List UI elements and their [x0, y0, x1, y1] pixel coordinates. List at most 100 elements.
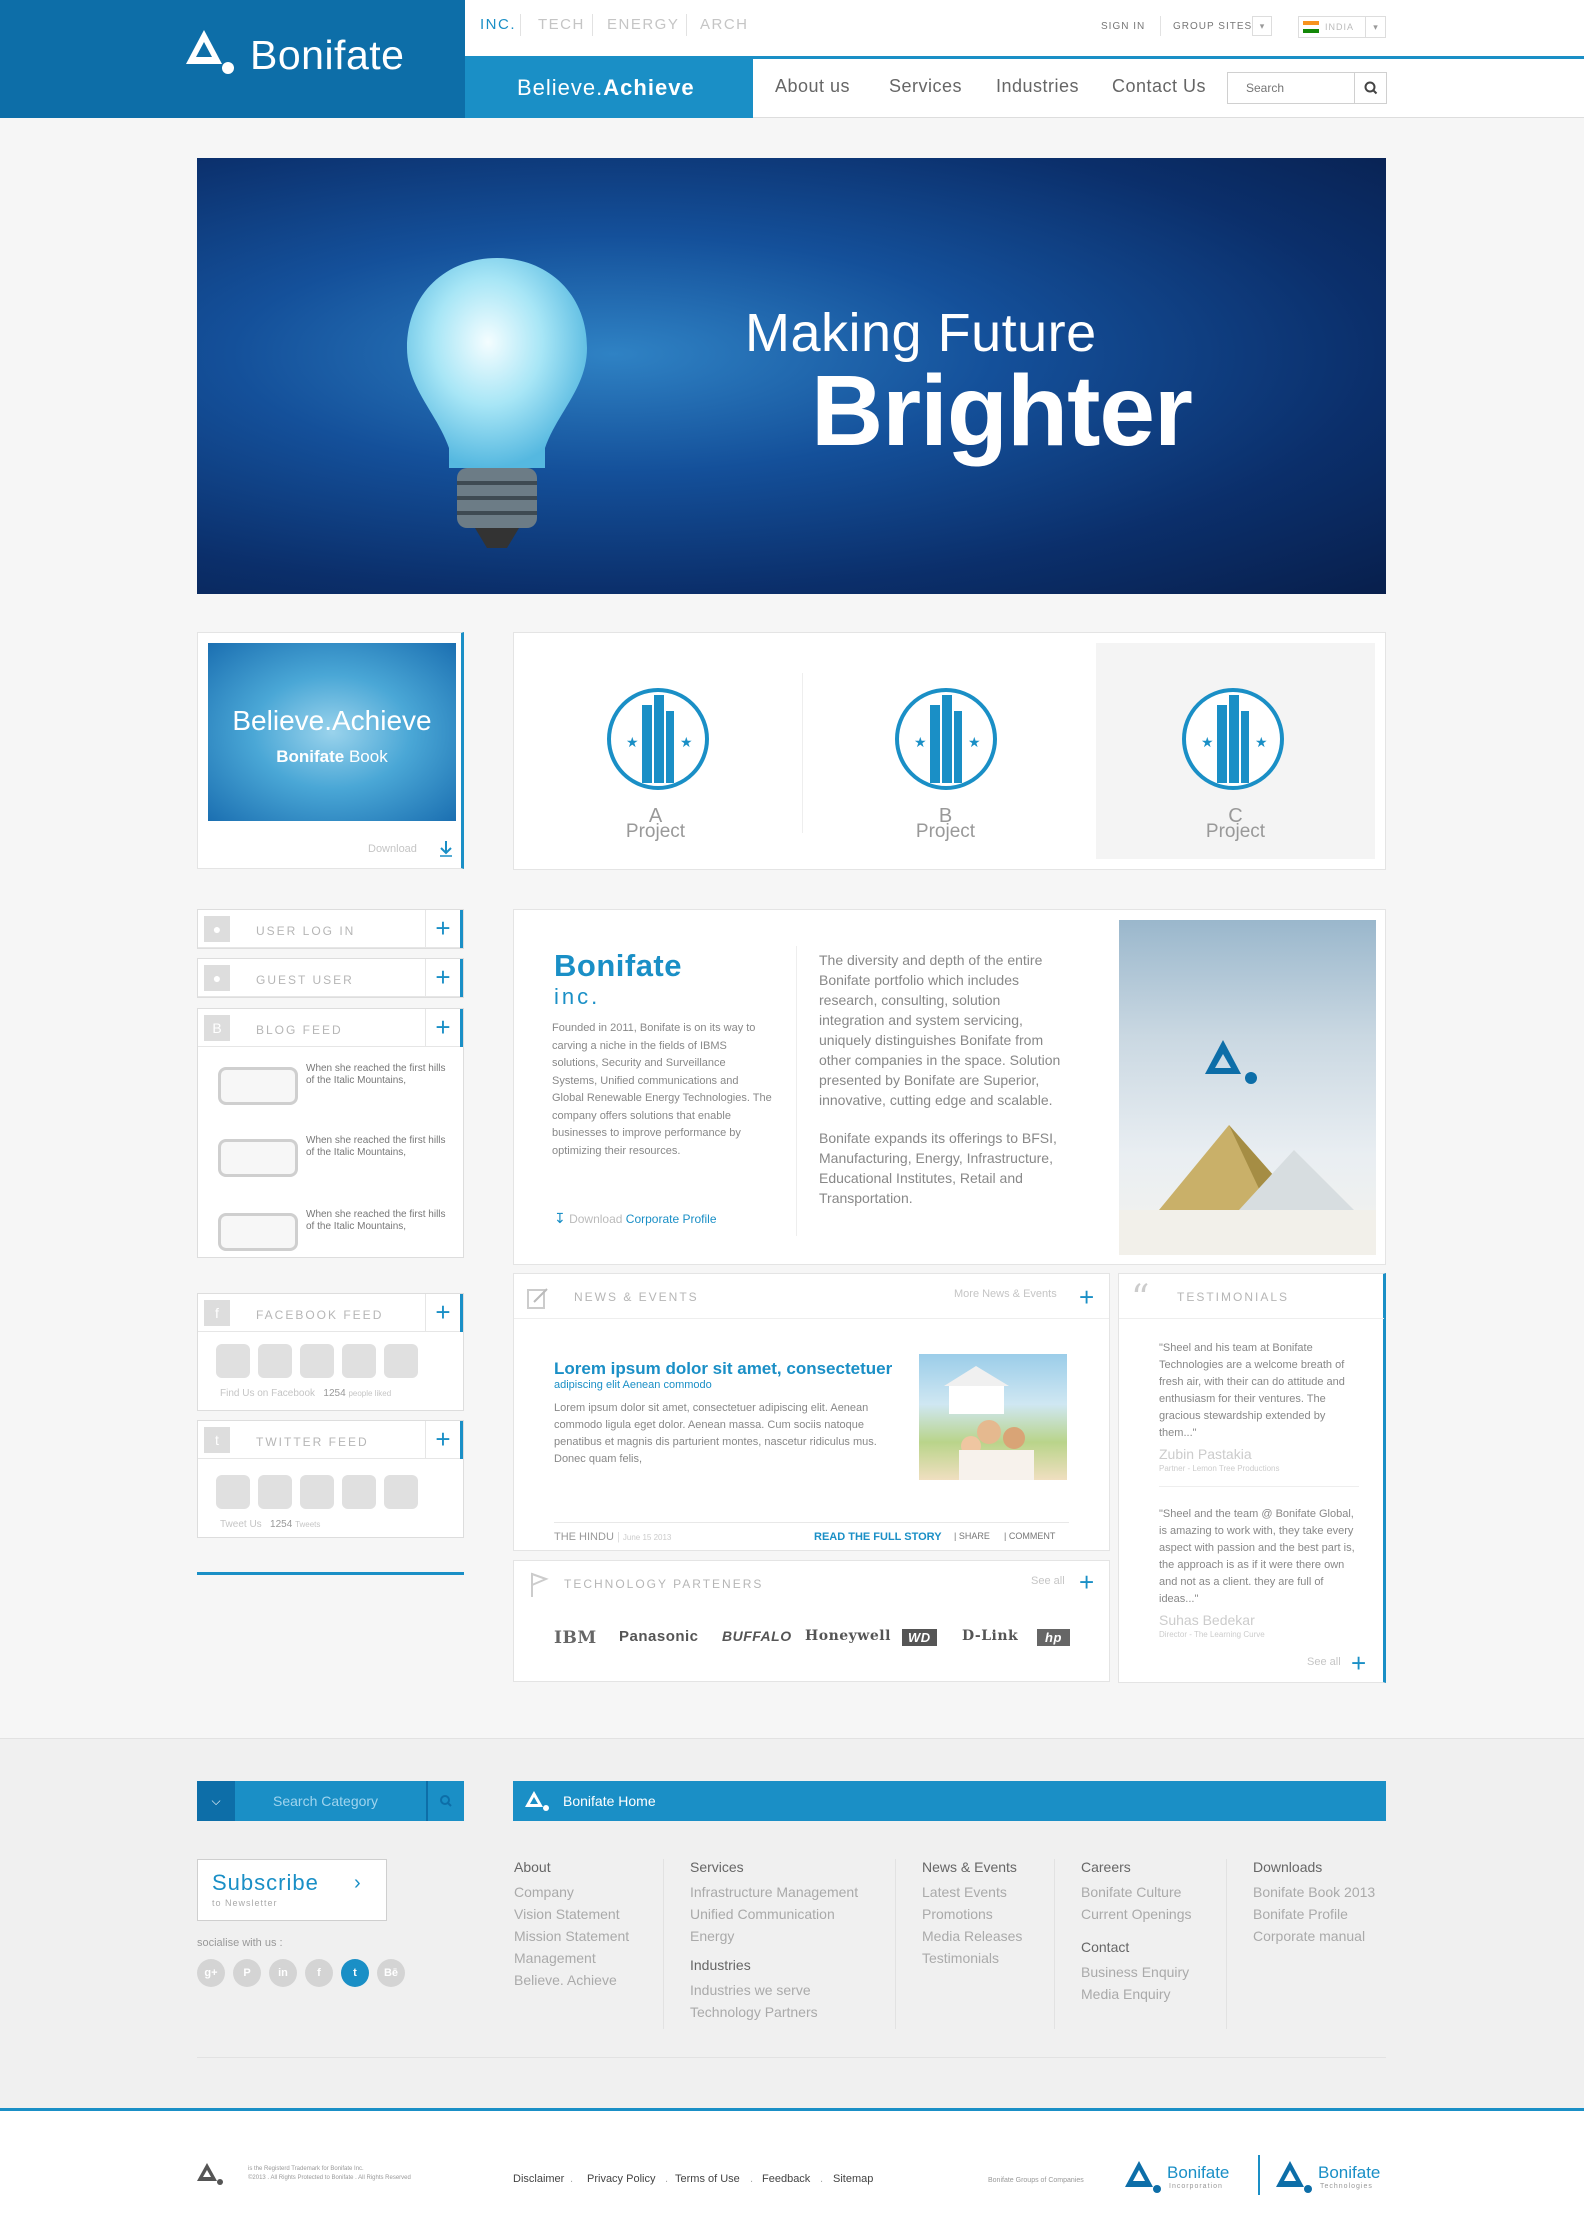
- facebook-footer[interactable]: Find Us on Facebook 1254 people liked: [220, 1388, 391, 1399]
- footer-link[interactable]: Business Enquiry: [1081, 1961, 1192, 1983]
- footer-link[interactable]: Media Releases: [922, 1925, 1022, 1947]
- plus-icon[interactable]: +: [1351, 1650, 1366, 1676]
- feedback-link[interactable]: Feedback: [762, 2173, 810, 2185]
- linkedin-icon[interactable]: in: [269, 1959, 297, 1987]
- more-news-link[interactable]: More News & Events: [954, 1288, 1057, 1300]
- footer-link[interactable]: Energy: [690, 1925, 858, 1947]
- facebook-icon[interactable]: f: [305, 1959, 333, 1987]
- chevron-down-icon[interactable]: ⌵: [197, 1781, 235, 1821]
- blog-item[interactable]: When she reached the first hills of the …: [218, 1133, 458, 1183]
- footer-heading[interactable]: About: [514, 1859, 629, 1875]
- logo-block[interactable]: Bonifate: [0, 0, 465, 118]
- footer-column-careers: Careers Bonifate Culture Current Opening…: [1081, 1859, 1192, 2005]
- footer-link[interactable]: Infrastructure Management: [690, 1881, 858, 1903]
- expand-plus-icon[interactable]: +: [425, 1421, 463, 1459]
- footer-link[interactable]: Bonifate Culture: [1081, 1881, 1192, 1903]
- subscribe-box[interactable]: Subscribe to Newsletter ›: [197, 1859, 387, 1921]
- footer-heading[interactable]: Industries: [690, 1957, 858, 1973]
- divider: [514, 1318, 1109, 1319]
- footer-link[interactable]: Vision Statement: [514, 1903, 629, 1925]
- footer-link[interactable]: Media Enquiry: [1081, 1983, 1192, 2005]
- guest-user-widget[interactable]: ● GUEST USER +: [197, 958, 464, 998]
- partner-logo-wd[interactable]: WD: [902, 1629, 937, 1646]
- sitemap-link[interactable]: Sitemap: [833, 2173, 873, 2185]
- footer-link[interactable]: Technology Partners: [690, 2001, 858, 2023]
- project-b[interactable]: ★ ★ B Project: [804, 633, 1087, 869]
- plus-icon[interactable]: +: [1079, 1569, 1094, 1595]
- google-plus-icon[interactable]: g+: [197, 1959, 225, 1987]
- project-a[interactable]: ★ ★ A Project: [514, 633, 797, 869]
- twitter-footer[interactable]: Tweet Us 1254 Tweets: [220, 1519, 320, 1530]
- blog-item[interactable]: When she reached the first hills of the …: [218, 1061, 458, 1111]
- topnav-inc[interactable]: INC.: [480, 16, 516, 33]
- footer-heading[interactable]: Careers: [1081, 1859, 1192, 1875]
- expand-plus-icon[interactable]: +: [425, 910, 463, 948]
- behance-icon[interactable]: Bē: [377, 1959, 405, 1987]
- news-headline[interactable]: Lorem ipsum dolor sit amet, consectetuer: [554, 1359, 899, 1379]
- partner-logo-buffalo[interactable]: BUFFALO: [722, 1628, 792, 1644]
- group-sites-link[interactable]: GROUP SITES: [1173, 21, 1252, 32]
- search-button[interactable]: [1354, 73, 1386, 103]
- footer-heading[interactable]: Contact: [1081, 1939, 1192, 1955]
- sign-in-link[interactable]: SIGN IN: [1101, 21, 1145, 32]
- download-icon[interactable]: [438, 839, 454, 857]
- plus-icon[interactable]: +: [1079, 1284, 1094, 1310]
- comment-link[interactable]: | COMMENT: [1004, 1531, 1055, 1541]
- share-link[interactable]: | SHARE: [954, 1531, 990, 1541]
- nav-industries[interactable]: Industries: [996, 76, 1079, 97]
- footer-heading[interactable]: Services: [690, 1859, 858, 1875]
- footer-link[interactable]: Management: [514, 1947, 629, 1969]
- footer-link[interactable]: Unified Communication: [690, 1903, 858, 1925]
- nav-about[interactable]: About us: [775, 76, 850, 97]
- topnav-tech[interactable]: TECH: [538, 16, 585, 33]
- book-card[interactable]: Believe.Achieve Bonifate Book Download: [197, 632, 464, 869]
- corporate-profile-download[interactable]: ↧ Download Corporate Profile: [554, 1210, 717, 1227]
- partner-logo-panasonic[interactable]: Panasonic: [619, 1628, 699, 1645]
- partner-logo-dlink[interactable]: D-Link: [962, 1628, 1018, 1644]
- bonifate-logo-icon: [1125, 2161, 1161, 2193]
- terms-link[interactable]: Terms of Use: [675, 2173, 740, 2185]
- nav-services[interactable]: Services: [889, 76, 962, 97]
- twitter-icon[interactable]: t: [341, 1959, 369, 1987]
- footer-link[interactable]: Current Openings: [1081, 1903, 1192, 1925]
- project-c[interactable]: ★ ★ C Project: [1096, 643, 1375, 859]
- search-category-button[interactable]: [426, 1781, 464, 1821]
- partner-logo-hp[interactable]: hp: [1037, 1629, 1070, 1646]
- blog-item[interactable]: When she reached the first hills of the …: [218, 1207, 458, 1257]
- testimonials-see-all[interactable]: See all: [1307, 1656, 1341, 1668]
- nav-contact[interactable]: Contact Us: [1112, 76, 1206, 97]
- expand-plus-icon[interactable]: +: [425, 959, 463, 997]
- bonifate-tech-logo[interactable]: Bonifate Technologies: [1276, 2157, 1386, 2197]
- footer-link[interactable]: Mission Statement: [514, 1925, 629, 1947]
- footer-link[interactable]: Corporate manual: [1253, 1925, 1375, 1947]
- footer-link[interactable]: Industries we serve: [690, 1979, 858, 2001]
- book-download-label[interactable]: Download: [368, 843, 417, 855]
- search-category-input[interactable]: Search Category: [273, 1793, 378, 1809]
- footer-link[interactable]: Bonifate Profile: [1253, 1903, 1375, 1925]
- partners-see-all[interactable]: See all: [1031, 1575, 1065, 1587]
- read-full-story-link[interactable]: READ THE FULL STORY: [814, 1531, 942, 1543]
- partner-logo-ibm[interactable]: IBM: [554, 1628, 597, 1648]
- expand-plus-icon[interactable]: +: [425, 1294, 463, 1332]
- footer-link[interactable]: Company: [514, 1881, 629, 1903]
- footer-link[interactable]: Latest Events: [922, 1881, 1022, 1903]
- partner-logo-honeywell[interactable]: Honeywell: [805, 1628, 891, 1644]
- footer-link[interactable]: Believe. Achieve: [514, 1969, 629, 1991]
- footer-link[interactable]: Promotions: [922, 1903, 1022, 1925]
- region-select[interactable]: INDIA ▾: [1298, 16, 1386, 38]
- search-input[interactable]: [1228, 73, 1354, 103]
- footer-link[interactable]: Bonifate Book 2013: [1253, 1881, 1375, 1903]
- user-login-widget[interactable]: ● USER LOG IN +: [197, 909, 464, 949]
- pinterest-icon[interactable]: P: [233, 1959, 261, 1987]
- bonifate-home-bar[interactable]: Bonifate Home: [513, 1781, 1386, 1821]
- expand-plus-icon[interactable]: +: [425, 1009, 463, 1047]
- bonifate-inc-logo[interactable]: Bonifate Incorporation: [1125, 2157, 1245, 2197]
- disclaimer-link[interactable]: Disclaimer: [513, 2173, 564, 2185]
- privacy-policy-link[interactable]: Privacy Policy: [587, 2173, 655, 2185]
- topnav-energy[interactable]: ENERGY: [607, 16, 679, 33]
- footer-link[interactable]: Testimonials: [922, 1947, 1022, 1969]
- topnav-arch[interactable]: ARCH: [700, 16, 749, 33]
- footer-heading[interactable]: News & Events: [922, 1859, 1022, 1875]
- group-sites-dropdown[interactable]: ▾: [1252, 16, 1272, 36]
- footer-heading[interactable]: Downloads: [1253, 1859, 1375, 1875]
